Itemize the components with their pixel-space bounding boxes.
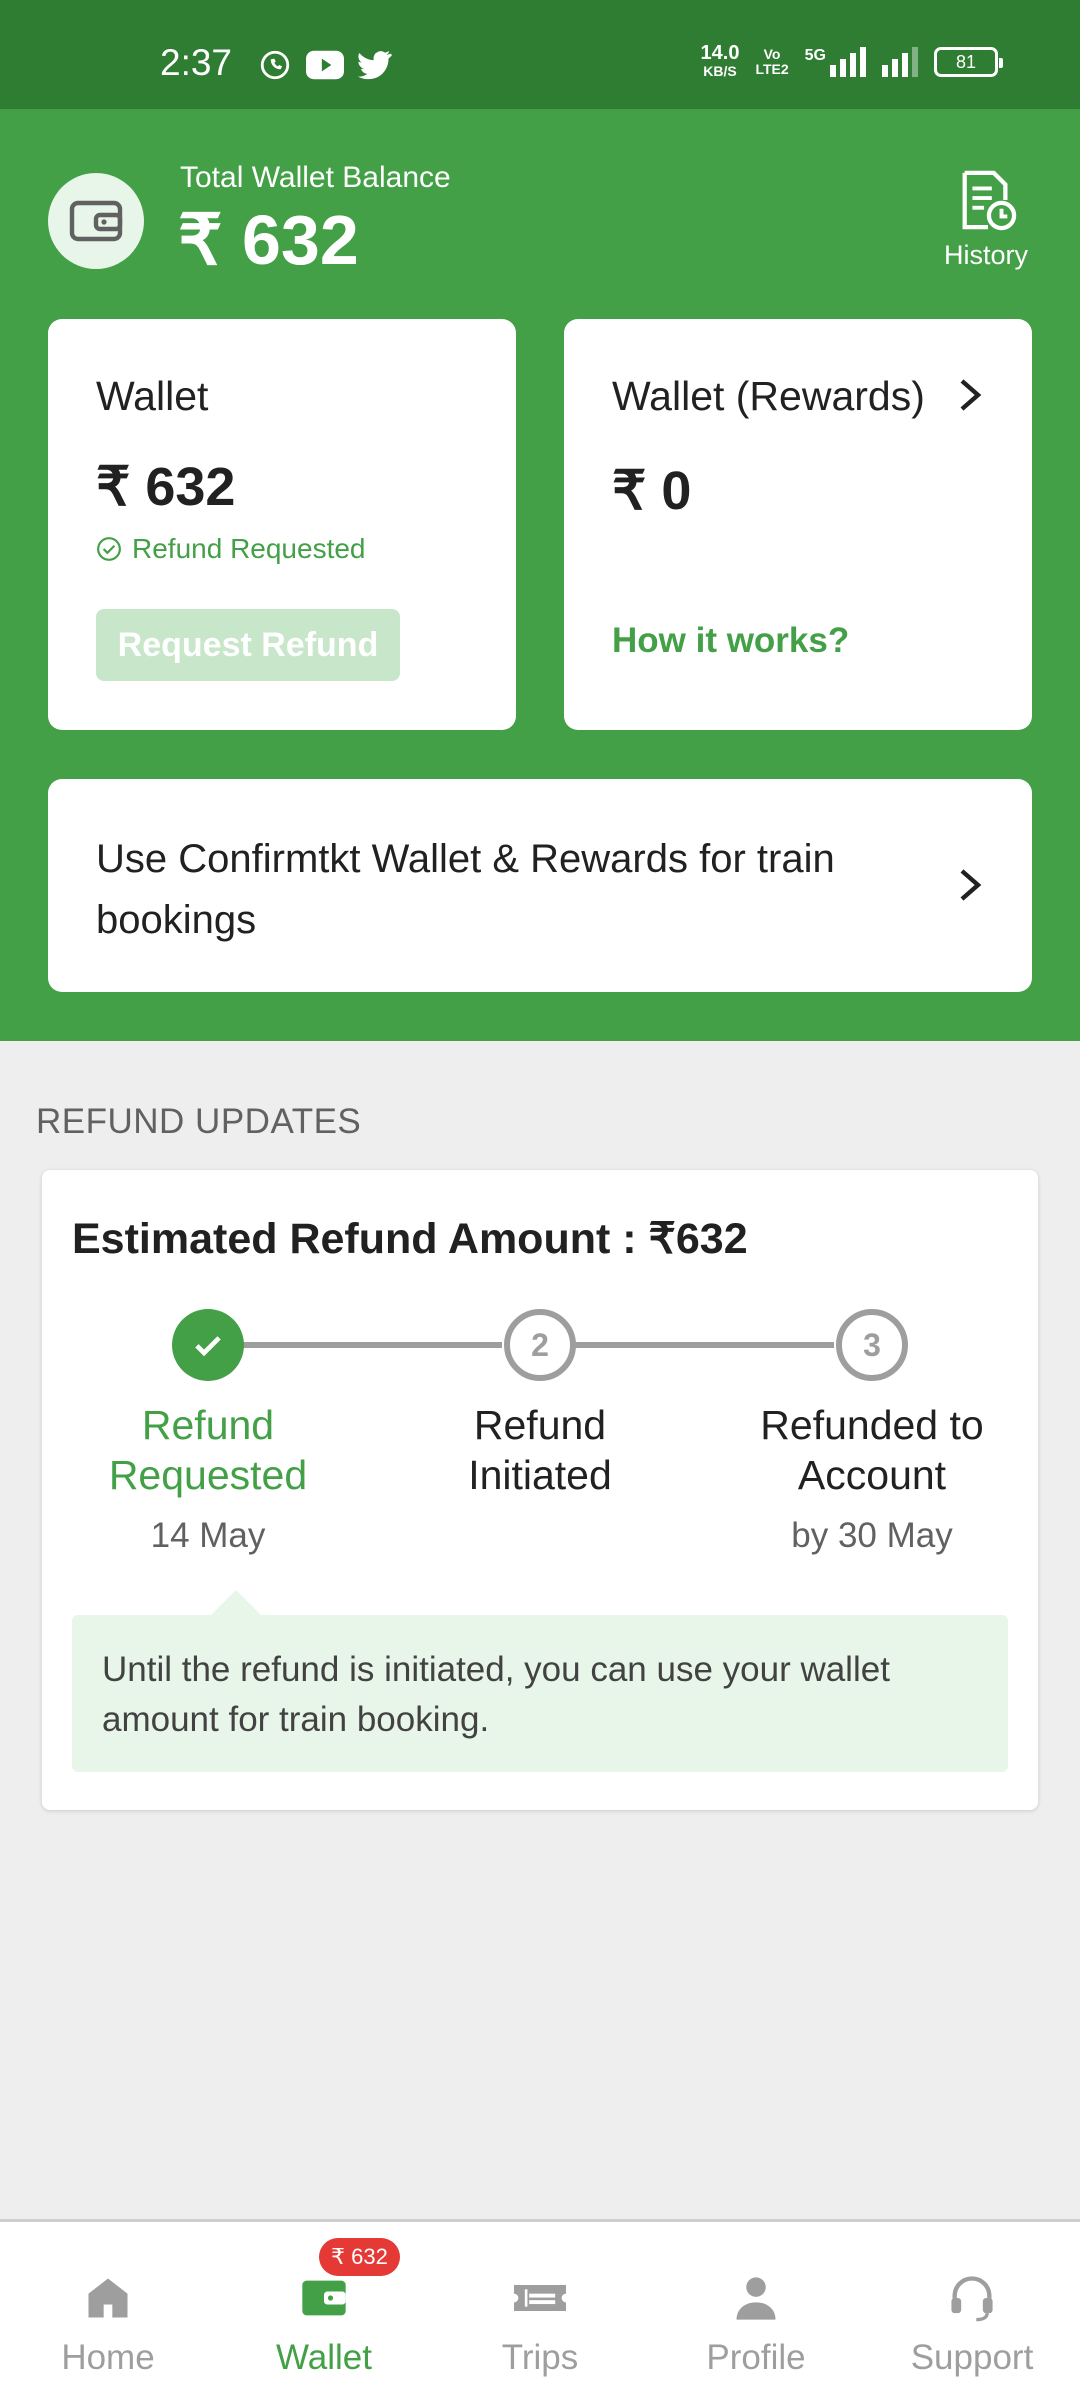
nav-profile-label: Profile: [706, 2338, 806, 2377]
nav-trips[interactable]: Trips: [432, 2222, 648, 2400]
use-wallet-card[interactable]: Use Confirmtkt Wallet & Rewards for trai…: [48, 779, 1032, 992]
wallet-card: Wallet ₹ 632 Refund Requested Request Re…: [48, 319, 516, 730]
step-2-label: Refund Initiated: [468, 1402, 612, 1498]
battery-level: 81: [955, 51, 977, 72]
step-1-label: Refund Requested: [108, 1402, 308, 1498]
nav-support[interactable]: Support: [864, 2222, 1080, 2400]
info-pointer: [210, 1590, 262, 1616]
use-wallet-text: Use Confirmtkt Wallet & Rewards for trai…: [96, 837, 835, 942]
rewards-card-title: Wallet (Rewards): [612, 373, 925, 419]
youtube-icon: [306, 50, 344, 80]
status-bar: 2:37 14.0 KB/S Vo LTE2 5G 81: [0, 0, 1080, 109]
wallet-icon: [69, 200, 123, 242]
rewards-card-amount: ₹ 0: [612, 461, 692, 521]
progress-line-2: [540, 1342, 834, 1348]
home-icon: [88, 2278, 128, 2318]
nav-profile[interactable]: Profile: [648, 2222, 864, 2400]
notification-icons: [258, 48, 392, 82]
rewards-card[interactable]: Wallet (Rewards) ₹ 0 How it works?: [564, 319, 1032, 730]
step-1-done: [172, 1309, 244, 1381]
check-circle-icon: [97, 537, 121, 561]
wallet-card-title: Wallet: [96, 373, 209, 419]
refund-status-label: Refund Requested: [132, 533, 366, 564]
history-label: History: [943, 240, 1028, 270]
network-speed-unit: KB/S: [703, 63, 737, 79]
twitter-icon: [358, 50, 392, 80]
bottom-navigation: Home ₹ 632 Wallet Trips Profile Support: [0, 2219, 1080, 2400]
wallet-icon: [302, 2280, 346, 2316]
network-speed-value: 14.0: [700, 42, 740, 64]
total-balance-amount: ₹ 632: [178, 201, 359, 279]
ticket-icon: [514, 2285, 566, 2311]
nav-home[interactable]: Home: [0, 2222, 216, 2400]
refund-status: Refund Requested: [96, 533, 366, 565]
volte-indicator: Vo LTE2: [755, 46, 789, 77]
refund-info-box: Until the refund is initiated, you can u…: [72, 1615, 1008, 1772]
signal-5g-icon: 5G: [805, 47, 866, 77]
history-button[interactable]: History: [940, 169, 1032, 271]
person-icon: [736, 2277, 776, 2320]
step-2-circle: 2: [504, 1309, 576, 1381]
battery-icon: 81: [934, 47, 1003, 77]
nav-wallet[interactable]: ₹ 632 Wallet: [216, 2222, 432, 2400]
headset-icon: [951, 2276, 993, 2322]
wallet-header: Total Wallet Balance ₹ 632 History Walle…: [0, 109, 1080, 1041]
wallet-avatar: [48, 173, 144, 269]
wallet-card-amount: ₹ 632: [96, 457, 236, 517]
status-time: 2:37: [160, 42, 233, 83]
estimated-refund-amount: Estimated Refund Amount : ₹632: [72, 1215, 748, 1263]
step-3-circle: 3: [836, 1309, 908, 1381]
network-speed: 14.0 KB/S: [700, 42, 740, 80]
request-refund-button[interactable]: Request Refund: [96, 609, 400, 681]
step-3-date: by 30 May: [791, 1516, 953, 1555]
refund-info-text: Until the refund is initiated, you can u…: [102, 1650, 890, 1739]
how-it-works-link[interactable]: How it works?: [612, 621, 849, 661]
refund-tracker-card: Estimated Refund Amount : ₹632 2 3 Refun…: [42, 1170, 1038, 1810]
system-status: 14.0 KB/S Vo LTE2 5G 81: [700, 42, 1003, 80]
step-3-label: Refunded to Account: [760, 1402, 984, 1498]
whatsapp-icon: [260, 50, 290, 80]
nav-home-label: Home: [61, 2338, 155, 2377]
nav-wallet-label: Wallet: [276, 2338, 372, 2377]
signal-icon: [882, 47, 918, 77]
nav-trips-label: Trips: [501, 2338, 579, 2377]
nav-support-label: Support: [910, 2338, 1034, 2377]
network-type: 5G: [804, 47, 826, 64]
step-1-date: 14 May: [150, 1516, 266, 1555]
checkmark-icon: [195, 1336, 221, 1357]
refund-updates-title: REFUND UPDATES: [36, 1102, 362, 1141]
history-document-icon: [962, 170, 1017, 231]
progress-line-1: [208, 1342, 502, 1348]
chevron-right-icon: [960, 869, 982, 901]
wallet-badge: ₹ 632: [319, 2238, 400, 2276]
total-balance-label: Total Wallet Balance: [180, 161, 451, 194]
chevron-right-icon: [960, 379, 982, 411]
